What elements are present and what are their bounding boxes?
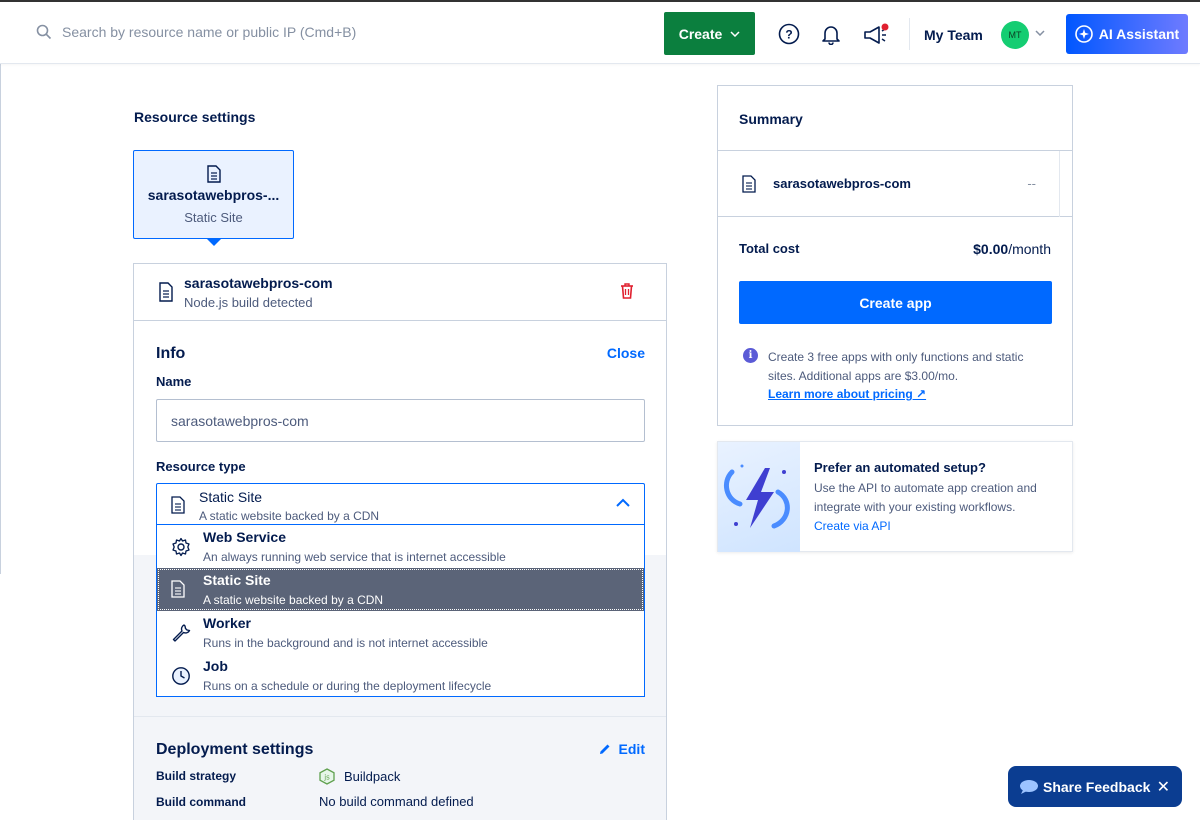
option-label: Static Site	[203, 572, 271, 588]
share-feedback-label: Share Feedback	[1043, 778, 1151, 795]
option-worker[interactable]: Worker Runs in the background and is not…	[157, 611, 644, 654]
option-label: Web Service	[203, 529, 287, 545]
build-command-value: No build command defined	[319, 794, 474, 809]
bell-icon[interactable]	[820, 23, 842, 45]
deployment-settings: Deployment settings Edit Build strategy …	[134, 716, 666, 820]
svg-text:?: ?	[785, 28, 792, 42]
summary-item: sarasotawebpros-com --	[718, 151, 1072, 217]
option-desc: A static website backed by a CDN	[203, 593, 384, 607]
pencil-icon	[599, 744, 610, 754]
document-icon	[171, 580, 185, 598]
document-icon	[159, 282, 173, 302]
create-button-label: Create	[678, 25, 723, 42]
resource-card-type: Static Site	[184, 210, 243, 225]
api-card-title: Prefer an automated setup?	[814, 460, 986, 475]
total-cost-amount: $0.00	[973, 241, 1009, 257]
top-bar: Create ? My Team MT AI Assistant	[0, 0, 1200, 64]
option-static-site[interactable]: Static Site A static website backed by a…	[157, 568, 644, 611]
selected-type-label: Static Site	[199, 489, 263, 505]
component-header: sarasotawebpros-com Node.js build detect…	[134, 264, 666, 321]
name-label: Name	[156, 374, 192, 389]
summary-header: Summary	[718, 86, 1072, 151]
divider	[909, 18, 910, 50]
total-cost-value: $0.00/month	[973, 241, 1051, 257]
ai-sparkle-icon	[1074, 25, 1093, 43]
selected-type-desc: A static website backed by a CDN	[199, 509, 380, 523]
deployment-title: Deployment settings	[156, 741, 314, 758]
info-title: Info	[156, 345, 186, 362]
edit-label: Edit	[618, 741, 645, 757]
option-web-service[interactable]: Web Service An always running web servic…	[157, 525, 644, 568]
build-strategy-text: Buildpack	[344, 769, 401, 784]
megaphone-icon[interactable]	[862, 23, 890, 45]
share-feedback-button[interactable]: Share Feedback ✕	[1008, 766, 1182, 807]
option-desc: An always running web service that is in…	[203, 550, 506, 564]
lightning-illustration	[718, 442, 800, 552]
page-edge	[0, 64, 1, 574]
nodejs-icon: js	[319, 768, 335, 785]
ai-assistant-label: AI Assistant	[1098, 26, 1180, 42]
chevron-up-icon	[616, 498, 630, 507]
resource-settings-title: Resource settings	[134, 109, 256, 125]
create-button[interactable]: Create	[664, 12, 755, 55]
resource-type-label: Resource type	[156, 459, 246, 474]
trash-icon[interactable]	[620, 283, 634, 299]
total-cost-label: Total cost	[739, 241, 800, 256]
document-icon	[742, 175, 756, 193]
option-job[interactable]: Job Runs on a schedule or during the dep…	[157, 654, 644, 697]
component-detected: Node.js build detected	[184, 295, 313, 310]
close-icon[interactable]: ✕	[1157, 777, 1170, 797]
api-card-text: Use the API to automate app creation and…	[814, 481, 1037, 514]
resource-type-dropdown: Web Service An always running web servic…	[156, 524, 645, 697]
summary-item-cost: --	[1027, 176, 1036, 191]
total-cost-unit: /month	[1008, 241, 1051, 257]
clock-icon	[172, 667, 190, 685]
summary-panel: Summary sarasotawebpros-com -- Total cos…	[717, 85, 1073, 426]
edit-button[interactable]: Edit	[599, 741, 645, 757]
resource-type-select[interactable]: Static Site A static website backed by a…	[156, 483, 645, 526]
option-desc: Runs in the background and is not intern…	[203, 636, 488, 650]
wrench-icon	[172, 624, 191, 642]
pricing-link[interactable]: Learn more about pricing ↗	[768, 387, 926, 401]
gear-icon	[172, 537, 190, 557]
resource-card[interactable]: sarasotawebpros-... Static Site	[133, 150, 294, 246]
pricing-note: Create 3 free apps with only functions a…	[768, 350, 1024, 383]
option-label: Job	[203, 658, 228, 674]
team-switcher-label[interactable]: My Team	[924, 27, 983, 43]
name-input[interactable]	[156, 399, 645, 442]
create-app-button[interactable]: Create app	[739, 281, 1052, 324]
component-name: sarasotawebpros-com	[184, 275, 333, 291]
document-icon	[171, 496, 185, 514]
info-icon: i	[743, 348, 758, 363]
chevron-down-icon	[730, 30, 740, 37]
close-link[interactable]: Close	[607, 345, 645, 361]
svg-text:js: js	[323, 774, 330, 782]
create-via-api-link[interactable]: Create via API	[814, 519, 891, 533]
api-promo-card: Prefer an automated setup? Use the API t…	[717, 441, 1073, 552]
info-section: Info Close Name Resource type Static Sit…	[134, 321, 666, 555]
chat-bubble-icon	[1020, 779, 1038, 794]
search-box[interactable]	[36, 24, 392, 40]
summary-title: Summary	[739, 111, 803, 127]
card-pointer	[206, 238, 222, 246]
option-label: Worker	[203, 615, 251, 631]
search-input[interactable]	[62, 24, 392, 40]
document-icon	[207, 165, 221, 183]
help-icon[interactable]: ?	[778, 23, 800, 45]
option-desc: Runs on a schedule or during the deploym…	[203, 679, 492, 693]
search-icon	[36, 24, 52, 40]
build-strategy-value: js Buildpack	[319, 768, 400, 785]
summary-item-name: sarasotawebpros-com	[773, 176, 911, 191]
build-command-label: Build command	[156, 795, 247, 809]
ai-assistant-button[interactable]: AI Assistant	[1066, 14, 1188, 54]
build-strategy-label: Build strategy	[156, 769, 237, 783]
resource-card-name: sarasotawebpros-...	[147, 187, 280, 203]
chevron-down-icon[interactable]	[1035, 30, 1045, 36]
avatar[interactable]: MT	[1001, 21, 1029, 49]
scrollbar[interactable]	[1059, 151, 1060, 217]
